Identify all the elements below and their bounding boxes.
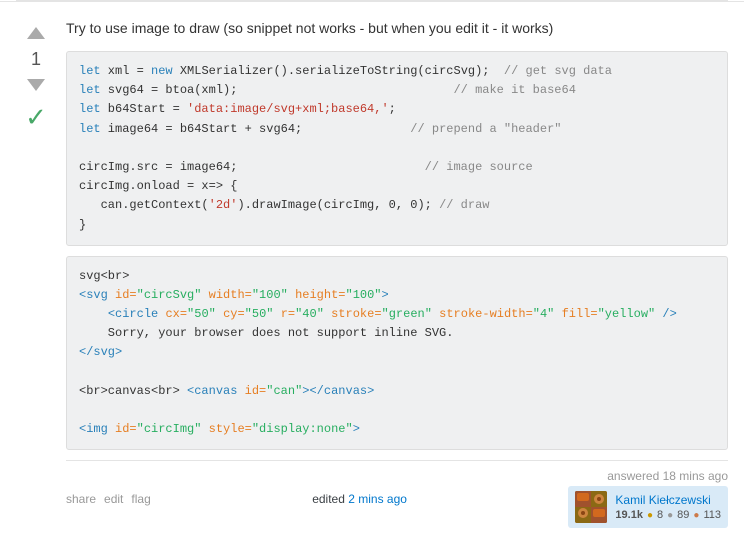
bronze-badge: ● [693, 510, 699, 521]
vote-column: 1 ✓ [16, 18, 56, 540]
share-link[interactable]: share [66, 492, 96, 506]
answer-body: Try to use image to draw (so snippet not… [56, 18, 728, 540]
user-reputation: 19.1k ● 8 ● 89 ● 113 [615, 509, 721, 521]
code-block-html: svg<br> <svg id="circSvg" width="100" he… [66, 256, 728, 451]
flag-link[interactable]: flag [131, 492, 150, 506]
user-card: Kamil Kiełczewski 19.1k ● 8 ● 89 ● 113 [568, 486, 728, 528]
edited-label: edited [312, 492, 345, 506]
downvote-button[interactable] [22, 74, 50, 96]
answer-title: Try to use image to draw (so snippet not… [66, 18, 728, 39]
gold-count: 8 [657, 509, 663, 521]
silver-count: 89 [677, 509, 689, 521]
accepted-checkmark: ✓ [25, 104, 47, 130]
silver-badge: ● [667, 510, 673, 521]
vote-count: 1 [31, 48, 41, 70]
code-block-javascript: let xml = new XMLSerializer().serializeT… [66, 51, 728, 246]
user-info: Kamil Kiełczewski 19.1k ● 8 ● 89 ● 113 [615, 493, 721, 521]
avatar [575, 491, 607, 523]
edit-link[interactable]: edit [104, 492, 123, 506]
bronze-count: 113 [703, 509, 721, 521]
user-name[interactable]: Kamil Kiełczewski [615, 493, 721, 507]
post-footer: share edit flag edited 2 mins ago answer… [66, 460, 728, 540]
edited-time[interactable]: 2 mins ago [348, 492, 407, 506]
answer-container: 1 ✓ Try to use image to draw (so snippet… [0, 1, 744, 540]
answered-info: answered 18 mins ago [607, 469, 728, 483]
rep-score: 19.1k [615, 509, 643, 521]
post-actions: share edit flag [66, 492, 151, 506]
user-card-wrapper: answered 18 mins ago [568, 469, 728, 528]
gold-badge: ● [647, 510, 653, 521]
edited-info: edited 2 mins ago [312, 492, 407, 506]
upvote-button[interactable] [22, 22, 50, 44]
